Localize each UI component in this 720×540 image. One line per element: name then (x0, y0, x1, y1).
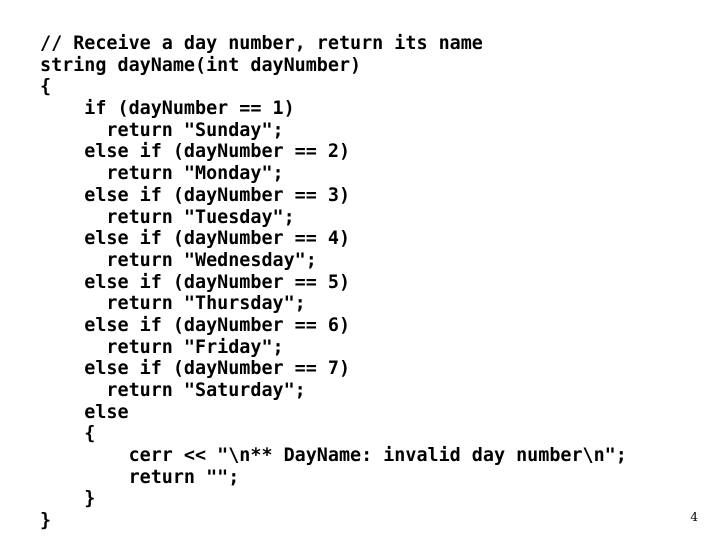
code-line: string dayName(int dayNumber) (40, 54, 362, 76)
code-line: } (40, 488, 96, 510)
code-line: else if (dayNumber == 4) (40, 228, 351, 250)
code-line: else (40, 401, 129, 423)
slide-canvas: // Receive a day number, return its name… (0, 0, 720, 540)
code-listing: // Receive a day number, return its name… (40, 33, 700, 532)
code-line: else if (dayNumber == 7) (40, 358, 351, 380)
code-line: else if (dayNumber == 6) (40, 314, 351, 336)
code-line: } (40, 510, 52, 532)
code-line: else if (dayNumber == 3) (40, 184, 351, 206)
code-line: else if (dayNumber == 2) (40, 141, 351, 163)
code-line: return "Friday"; (40, 336, 284, 358)
page-number: 4 (690, 510, 698, 524)
code-line: cerr << "\n** DayName: invalid day numbe… (40, 445, 627, 467)
code-line: // Receive a day number, return its name (40, 33, 483, 54)
code-line: return "Wednesday"; (40, 249, 317, 271)
code-line: return "Monday"; (40, 163, 284, 185)
code-line: if (dayNumber == 1) (40, 98, 295, 120)
code-line: else if (dayNumber == 5) (40, 271, 351, 293)
code-line: return "Tuesday"; (40, 206, 295, 228)
code-line: { (40, 76, 52, 98)
code-line: return ""; (40, 466, 240, 488)
code-line: return "Sunday"; (40, 119, 284, 141)
code-line: return "Saturday"; (40, 380, 306, 401)
code-line: return "Thursday"; (40, 293, 306, 315)
code-line: { (40, 423, 96, 445)
